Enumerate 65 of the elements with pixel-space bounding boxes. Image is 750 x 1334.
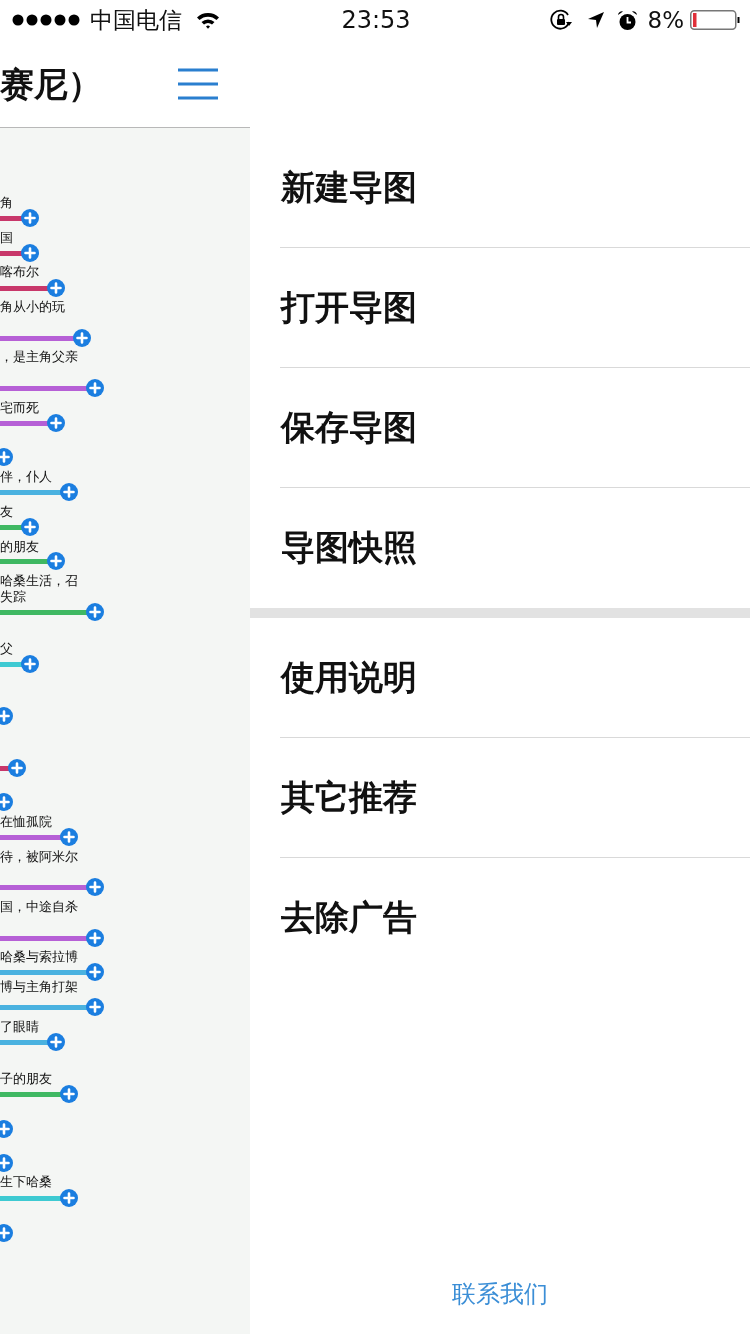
node-text: 的朋友 bbox=[0, 539, 39, 555]
plus-circle-icon[interactable] bbox=[0, 1120, 13, 1138]
plus-circle-icon[interactable] bbox=[0, 1154, 13, 1172]
alarm-clock-icon bbox=[616, 9, 638, 31]
menu-item[interactable]: 去除广告 bbox=[280, 858, 750, 978]
plus-circle-icon[interactable] bbox=[47, 414, 65, 432]
contact-link[interactable]: 联系我们 bbox=[452, 1280, 548, 1308]
plus-circle-icon[interactable] bbox=[86, 929, 104, 947]
plus-circle-icon[interactable] bbox=[21, 655, 39, 673]
plus-circle-icon[interactable] bbox=[47, 552, 65, 570]
plus-circle-icon[interactable] bbox=[60, 1189, 78, 1207]
node-text: 了眼睛 bbox=[0, 1019, 39, 1035]
plus-circle-icon[interactable] bbox=[47, 279, 65, 297]
node-text: 友 bbox=[0, 504, 13, 520]
rotation-lock-icon bbox=[548, 8, 573, 32]
plus-circle-icon[interactable] bbox=[8, 759, 26, 777]
menu-item[interactable]: 导图快照 bbox=[280, 488, 750, 608]
node-text: 博与主角打架 bbox=[0, 979, 78, 995]
battery-icon bbox=[690, 10, 740, 30]
node-text: 生下哈桑 bbox=[0, 1174, 52, 1190]
menu-icon[interactable] bbox=[178, 67, 218, 100]
plus-circle-icon[interactable] bbox=[0, 793, 13, 811]
battery-percent: 8% bbox=[647, 6, 684, 34]
menu-item[interactable]: 新建导图 bbox=[280, 128, 750, 248]
node-text: 宅而死 bbox=[0, 400, 39, 416]
node-text: 角从小的玩 bbox=[0, 299, 65, 315]
node-text: 子的朋友 bbox=[0, 1071, 52, 1087]
node-text: 国，中途自杀 bbox=[0, 899, 78, 915]
plus-circle-icon[interactable] bbox=[60, 1085, 78, 1103]
plus-circle-icon[interactable] bbox=[86, 963, 104, 981]
plus-circle-icon[interactable] bbox=[21, 209, 39, 227]
plus-circle-icon[interactable] bbox=[21, 244, 39, 262]
menu-item[interactable]: 打开导图 bbox=[280, 248, 750, 368]
plus-circle-icon[interactable] bbox=[86, 379, 104, 397]
signal-dots-icon bbox=[12, 14, 80, 26]
menu-item[interactable]: 保存导图 bbox=[280, 368, 750, 488]
location-arrow-icon bbox=[586, 11, 605, 29]
node-text: 伴，仆人 bbox=[0, 469, 52, 485]
plus-circle-icon[interactable] bbox=[60, 828, 78, 846]
node-text: 哈桑生活，召 bbox=[0, 573, 78, 589]
node-text: ，是主角父亲 bbox=[0, 349, 78, 365]
menu-item[interactable]: 使用说明 bbox=[280, 618, 750, 738]
node-text: 角 bbox=[0, 195, 13, 211]
menu-item[interactable]: 其它推荐 bbox=[280, 738, 750, 858]
plus-circle-icon[interactable] bbox=[86, 603, 104, 621]
node-text: 失踪 bbox=[0, 589, 26, 605]
map-title: 赛尼） bbox=[0, 63, 102, 104]
plus-circle-icon[interactable] bbox=[60, 483, 78, 501]
node-text: 待，被阿米尔 bbox=[0, 849, 78, 865]
node-text: 国 bbox=[0, 230, 13, 246]
plus-circle-icon[interactable] bbox=[0, 707, 13, 725]
plus-circle-icon[interactable] bbox=[21, 518, 39, 536]
plus-circle-icon[interactable] bbox=[0, 1224, 13, 1242]
plus-circle-icon[interactable] bbox=[47, 1033, 65, 1051]
wifi-icon bbox=[196, 11, 220, 29]
plus-circle-icon[interactable] bbox=[73, 329, 91, 347]
node-text: 哈桑与索拉博 bbox=[0, 949, 78, 965]
plus-circle-icon[interactable] bbox=[86, 878, 104, 896]
plus-circle-icon[interactable] bbox=[86, 998, 104, 1016]
clock-time: 23:53 bbox=[341, 6, 411, 34]
node-text: 喀布尔 bbox=[0, 264, 39, 280]
plus-circle-icon[interactable] bbox=[0, 448, 13, 466]
node-text: 在恤孤院 bbox=[0, 814, 52, 830]
node-text: 父 bbox=[0, 641, 13, 657]
carrier-name: 中国电信 bbox=[90, 6, 182, 34]
